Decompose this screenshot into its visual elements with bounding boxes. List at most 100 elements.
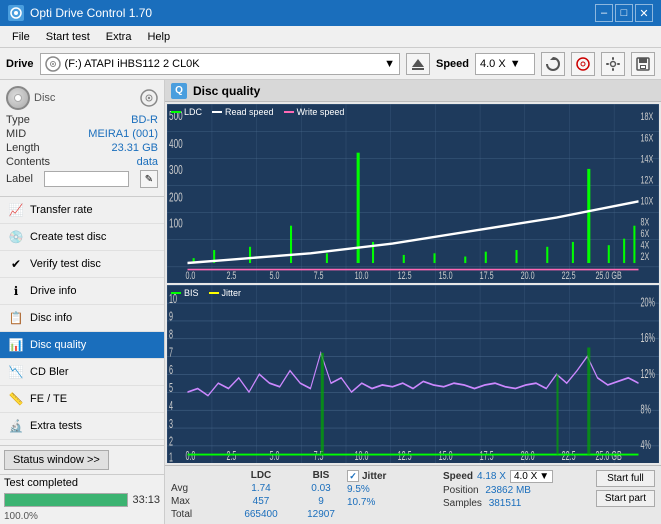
sidebar-item-cd-bler[interactable]: 📉 CD Bler xyxy=(0,359,164,386)
disc-quality-icon: 📊 xyxy=(8,337,24,353)
chart1-svg: 500 400 300 200 100 18X 16X 14X 12X 10X … xyxy=(167,104,659,283)
sidebar-item-create-test-disc[interactable]: 💿 Create test disc xyxy=(0,224,164,251)
contents-label: Contents xyxy=(6,156,50,168)
start-buttons: Start full Start part xyxy=(596,470,655,507)
svg-text:25.0 GB: 25.0 GB xyxy=(595,270,621,283)
svg-text:8%: 8% xyxy=(641,403,651,416)
status-window-button[interactable]: Status window >> xyxy=(4,450,109,470)
fe-te-icon: 📏 xyxy=(8,391,24,407)
total-row-label: Total xyxy=(171,509,221,520)
disc2-icon xyxy=(576,57,590,71)
avg-bis-value: 0.03 xyxy=(301,483,341,494)
settings-button[interactable] xyxy=(601,52,625,76)
svg-text:10X: 10X xyxy=(641,195,654,208)
disc-small-icon xyxy=(45,56,61,72)
drive-bar: Drive (F:) ATAPI iHBS112 2 CL0K ▼ Speed … xyxy=(0,48,661,80)
save-button[interactable] xyxy=(631,52,655,76)
drive-dropdown-arrow: ▼ xyxy=(384,58,395,70)
status-window-section: Status window >> xyxy=(0,445,164,474)
status-text: Test completed xyxy=(4,477,78,489)
progress-bar-fill xyxy=(5,494,127,506)
svg-text:300: 300 xyxy=(169,163,183,177)
time-display: 33:13 xyxy=(132,494,160,506)
menu-start-test[interactable]: Start test xyxy=(38,29,98,45)
sidebar-label-transfer-rate: Transfer rate xyxy=(30,204,93,216)
sidebar-item-drive-info[interactable]: ℹ Drive info xyxy=(0,278,164,305)
label-input[interactable] xyxy=(44,171,129,187)
sidebar-label-disc-quality: Disc quality xyxy=(30,339,86,351)
sidebar-item-disc-info[interactable]: 📋 Disc info xyxy=(0,305,164,332)
svg-text:4: 4 xyxy=(169,400,173,413)
progress-percent: 100.0% xyxy=(4,511,38,522)
disc-header-label: Disc xyxy=(34,92,55,104)
minimize-button[interactable]: – xyxy=(595,4,613,22)
drive-select-container[interactable]: (F:) ATAPI iHBS112 2 CL0K ▼ xyxy=(40,53,400,75)
svg-text:16X: 16X xyxy=(641,132,654,145)
svg-text:16%: 16% xyxy=(641,332,655,345)
menu-extra[interactable]: Extra xyxy=(98,29,140,45)
start-part-button[interactable]: Start part xyxy=(596,490,655,507)
sidebar-item-extra-tests[interactable]: 🔬 Extra tests xyxy=(0,413,164,440)
close-button[interactable]: ✕ xyxy=(635,4,653,22)
sidebar-item-transfer-rate[interactable]: 📈 Transfer rate xyxy=(0,197,164,224)
length-label: Length xyxy=(6,142,40,154)
disc-panel: Disc Type BD-R MID MEIRA1 (001) Length 2… xyxy=(0,80,164,197)
label-edit-button[interactable]: ✎ xyxy=(140,170,158,188)
cd-bler-icon: 📉 xyxy=(8,364,24,380)
legend-jitter: Jitter xyxy=(209,288,242,298)
svg-text:2.5: 2.5 xyxy=(226,270,236,283)
sidebar-item-fe-te[interactable]: 📏 FE / TE xyxy=(0,386,164,413)
svg-text:10.0: 10.0 xyxy=(355,270,369,283)
sidebar-item-verify-test-disc[interactable]: ✔ Verify test disc xyxy=(0,251,164,278)
sidebar-label-extra-tests: Extra tests xyxy=(30,420,82,432)
col-ldc-header: LDC xyxy=(241,470,281,481)
disc-quality-header-icon: Q xyxy=(171,83,187,99)
start-full-button[interactable]: Start full xyxy=(596,470,655,487)
ldc-color xyxy=(171,111,181,113)
eject-button[interactable] xyxy=(406,53,430,75)
refresh-button[interactable] xyxy=(541,52,565,76)
legend-ldc: LDC xyxy=(171,107,202,117)
speed-value: 4.0 X xyxy=(480,58,506,70)
svg-text:20.0: 20.0 xyxy=(521,450,535,463)
transfer-rate-icon: 📈 xyxy=(8,202,24,218)
sidebar-item-disc-quality[interactable]: 📊 Disc quality xyxy=(0,332,164,359)
svg-text:10.0: 10.0 xyxy=(355,450,369,463)
speed-dropdown-arrow: ▼ xyxy=(539,471,549,482)
speed-select[interactable]: 4.0 X ▼ xyxy=(475,53,535,75)
menu-help[interactable]: Help xyxy=(139,29,178,45)
svg-text:9: 9 xyxy=(169,310,173,323)
jitter-checkbox[interactable]: ✓ xyxy=(347,470,359,482)
app-icon xyxy=(8,5,24,21)
svg-text:8: 8 xyxy=(169,328,173,341)
max-jitter-value: 10.7% xyxy=(347,497,375,508)
svg-text:4%: 4% xyxy=(641,439,651,452)
legend-write-speed: Write speed xyxy=(284,107,345,117)
svg-text:17.5: 17.5 xyxy=(480,270,494,283)
chart2-container: BIS Jitter xyxy=(167,285,659,464)
svg-text:12.5: 12.5 xyxy=(398,450,412,463)
svg-text:12X: 12X xyxy=(641,174,654,187)
stats-ldc-bis: LDC BIS Avg 1.74 0.03 Max 457 9 Total 66… xyxy=(171,470,341,520)
refresh-icon xyxy=(546,57,560,71)
svg-text:18X: 18X xyxy=(641,111,654,124)
menu-file[interactable]: File xyxy=(4,29,38,45)
svg-text:3: 3 xyxy=(169,417,173,430)
sidebar-label-drive-info: Drive info xyxy=(30,285,76,297)
speed-val-display: 4.18 X xyxy=(477,471,506,482)
disc-quality-header: Q Disc quality xyxy=(165,80,661,102)
svg-text:25.0 GB: 25.0 GB xyxy=(595,450,621,463)
save-icon xyxy=(636,57,650,71)
chart2-svg: 10 9 8 7 6 5 4 3 2 1 20% 16% 12% 8% 4% 0… xyxy=(167,285,659,464)
disc-button[interactable] xyxy=(571,52,595,76)
speed-dropdown-control[interactable]: 4.0 X ▼ xyxy=(510,470,553,483)
chart2-legend: BIS Jitter xyxy=(171,288,241,298)
sidebar-label-disc-info: Disc info xyxy=(30,312,72,324)
svg-text:7: 7 xyxy=(169,346,173,359)
stats-jitter: ✓ Jitter 9.5% 10.7% xyxy=(347,470,437,508)
sidebar-label-cd-bler: CD Bler xyxy=(30,366,69,378)
disc-quality-title: Disc quality xyxy=(193,84,260,98)
maximize-button[interactable]: □ xyxy=(615,4,633,22)
read-speed-color xyxy=(212,111,222,113)
total-ldc-value: 665400 xyxy=(241,509,281,520)
